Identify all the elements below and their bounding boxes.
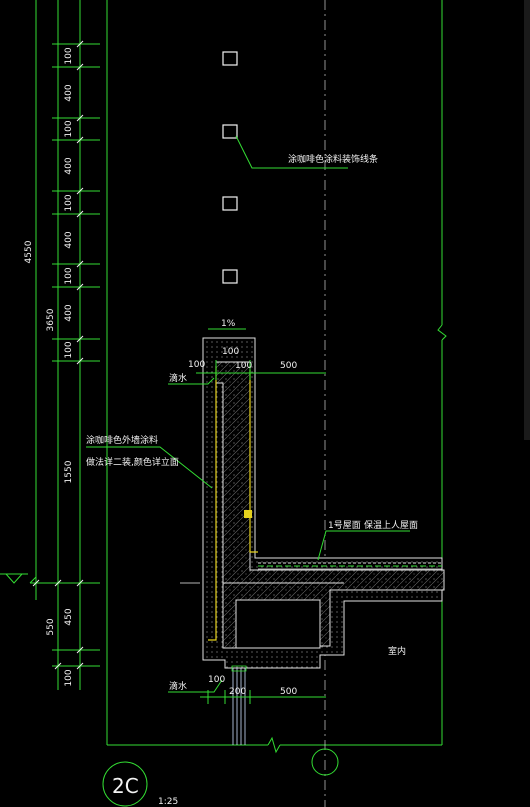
dim-total-overall: 4550 — [24, 240, 34, 263]
bottom-dim-mid: 200 — [229, 687, 246, 697]
concrete-section — [202, 337, 445, 669]
dim-label-3: 100 — [64, 120, 74, 137]
level-marker — [0, 573, 28, 584]
roof-desc: 保温上人屋面 — [364, 519, 418, 531]
bottom-dim-right: 500 — [280, 687, 297, 697]
roof-code: 1号屋面 — [328, 520, 361, 531]
dim-label-8: 400 — [64, 304, 74, 321]
parapet-right-dim: 500 — [280, 361, 297, 371]
drip-bottom-note: 滴水 — [169, 680, 187, 692]
dim-label-4: 400 — [64, 157, 74, 174]
parapet-dimension-lines — [196, 360, 326, 380]
wall-paint-note-line2: 做法详二装,颜色详立面 — [86, 456, 179, 468]
detail-scale: 1:25 — [158, 797, 178, 807]
left-dimension-labels: 100 400 100 400 100 400 100 400 100 1550… — [24, 47, 74, 686]
drain-pipe — [231, 665, 247, 745]
room-label: 室内 — [388, 645, 406, 657]
parapet-left-dim: 100 — [188, 360, 205, 370]
dim-label-2: 400 — [64, 84, 74, 101]
dim-total-lower: 550 — [46, 618, 56, 635]
detail-bubble: 2C 1:25 — [102, 761, 178, 807]
vertical-scrollbar[interactable] — [524, 0, 530, 440]
dim-label-7: 100 — [64, 267, 74, 284]
axis-line — [311, 0, 339, 807]
decor-squares — [222, 51, 238, 284]
dim-label-12: 100 — [64, 669, 74, 686]
slope-label: 1% — [221, 319, 236, 329]
dim-label-6: 400 — [64, 231, 74, 248]
dim-label-5: 100 — [64, 194, 74, 211]
drip-top-note: 滴水 — [169, 372, 187, 384]
parapet-inner-dim: 100 — [235, 361, 252, 371]
parapet-top-dim: 100 — [222, 347, 239, 357]
dim-label-11: 450 — [64, 608, 74, 625]
roof-note-leader — [317, 530, 410, 561]
detail-id: 2C — [112, 774, 139, 798]
wall-paint-note-line1: 涂咖啡色外墙涂料 — [86, 434, 158, 446]
decor-strip-note: 涂咖啡色涂料装饰线条 — [288, 153, 378, 165]
dim-label-1: 100 — [64, 47, 74, 64]
cad-detail-drawing: 100 400 100 400 100 400 100 400 100 1550… — [0, 0, 530, 807]
dim-total-upper: 3650 — [46, 308, 56, 331]
bottom-dim-left: 100 — [208, 675, 225, 685]
dim-label-10: 1550 — [64, 460, 74, 483]
bottom-dimension-lines — [200, 690, 326, 704]
dim-label-9: 100 — [64, 341, 74, 358]
